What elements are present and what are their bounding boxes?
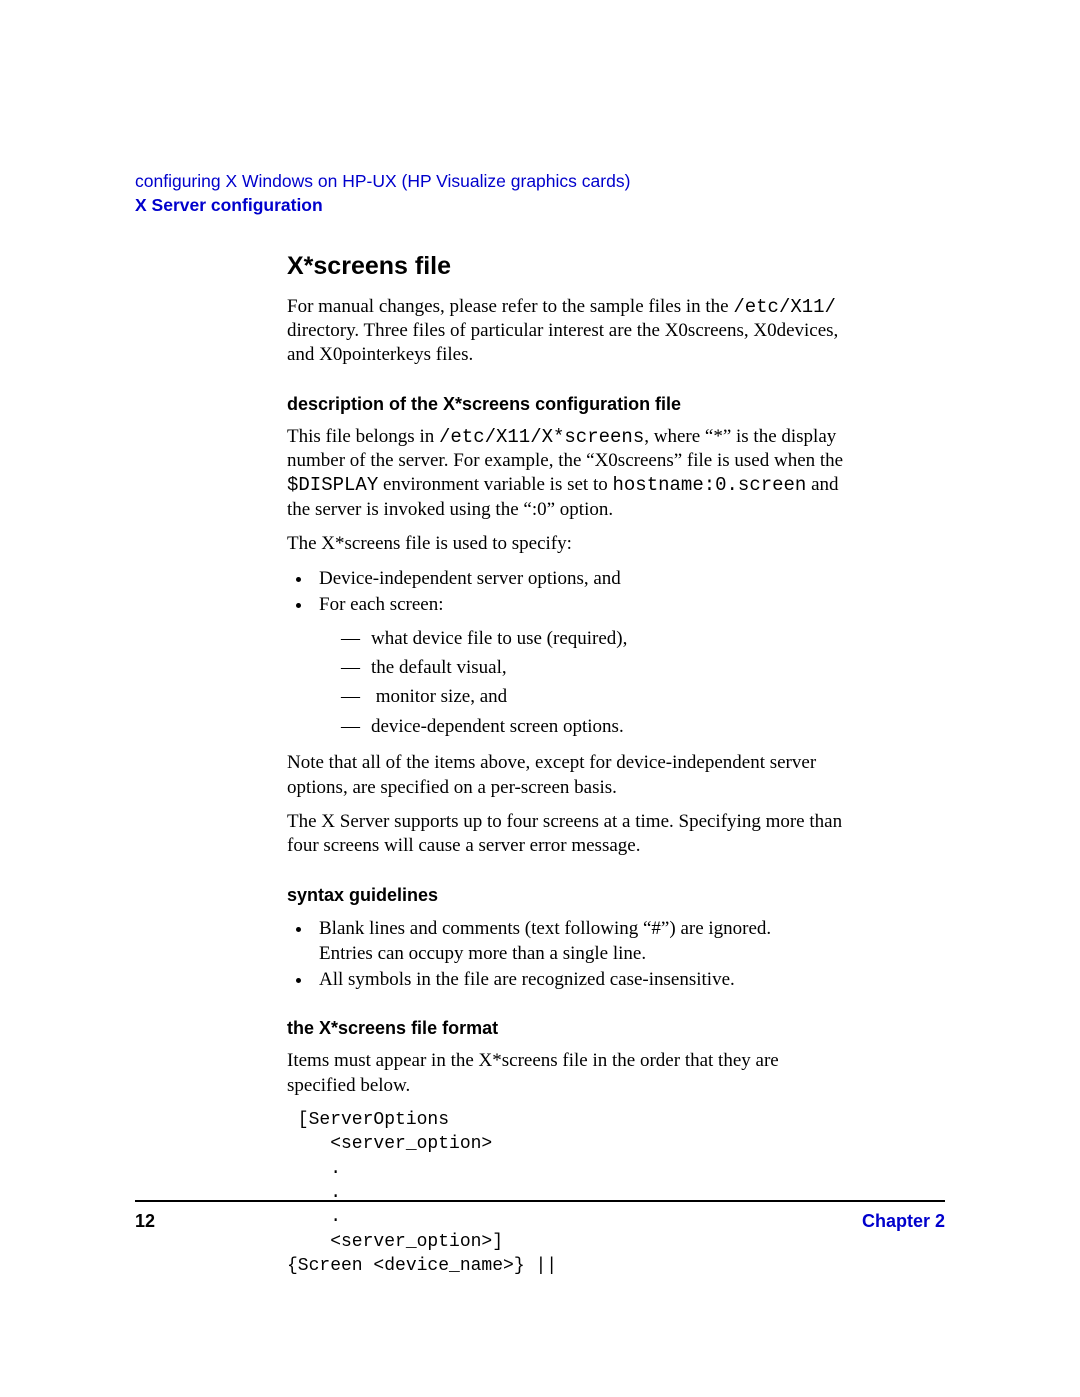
footer-divider bbox=[135, 1200, 945, 1202]
intro-text-post: directory. Three files of particular int… bbox=[287, 320, 838, 365]
intro-paragraph: For manual changes, please refer to the … bbox=[287, 295, 847, 368]
desc-p1-c: environment variable is set to bbox=[378, 474, 612, 495]
list-item: All symbols in the file are recognized c… bbox=[313, 967, 847, 993]
desc-p2: The X*screens file is used to specify: bbox=[287, 532, 847, 556]
desc-p1-code3: hostname:0.screen bbox=[613, 474, 807, 496]
list-item: Blank lines and comments (text following… bbox=[313, 916, 847, 967]
syntax-bullet-list: Blank lines and comments (text following… bbox=[287, 916, 847, 993]
desc-bullet-list: Device-independent server options, and F… bbox=[287, 566, 847, 741]
intro-text-pre: For manual changes, please refer to the … bbox=[287, 296, 733, 317]
list-item: Device-independent server options, and bbox=[313, 566, 847, 592]
page-title: X*screens file bbox=[287, 252, 847, 281]
dash-text: what device file to use (required), bbox=[371, 628, 627, 649]
desc-p1-a: This file belongs in bbox=[287, 426, 439, 447]
list-item: monitor size, and bbox=[341, 682, 847, 711]
section-label: X Server configuration bbox=[135, 195, 945, 216]
desc-p4: The X Server supports up to four screens… bbox=[287, 810, 847, 859]
desc-p1-code2: $DISPLAY bbox=[287, 474, 378, 496]
dash-text: device-dependent screen options. bbox=[371, 716, 624, 737]
desc-heading: description of the X*screens configurati… bbox=[287, 394, 847, 415]
intro-code: /etc/X11/ bbox=[733, 296, 836, 318]
breadcrumb: configuring X Windows on HP-UX (HP Visua… bbox=[135, 170, 945, 193]
dash-text: the default visual, bbox=[371, 657, 507, 678]
desc-p3: Note that all of the items above, except… bbox=[287, 751, 847, 800]
list-item: what device file to use (required), bbox=[341, 624, 847, 653]
desc-p1-code1: /etc/X11/X*screens bbox=[439, 426, 644, 448]
format-heading: the X*screens file format bbox=[287, 1018, 847, 1039]
main-content: X*screens file For manual changes, pleas… bbox=[287, 252, 847, 1278]
code-block: [ServerOptions <server_option> . . . <se… bbox=[287, 1108, 847, 1278]
list-item: device-dependent screen options. bbox=[341, 712, 847, 741]
list-item-text: For each screen: bbox=[319, 594, 444, 615]
dash-text: monitor size, and bbox=[371, 686, 507, 707]
chapter-label: Chapter 2 bbox=[862, 1211, 945, 1232]
format-p1: Items must appear in the X*screens file … bbox=[287, 1049, 847, 1098]
syntax-heading: syntax guidelines bbox=[287, 885, 847, 906]
desc-p1: This file belongs in /etc/X11/X*screens,… bbox=[287, 425, 847, 522]
desc-dash-list: what device file to use (required), the … bbox=[319, 624, 847, 742]
page-number: 12 bbox=[135, 1211, 155, 1232]
page-footer: 12 Chapter 2 bbox=[135, 1211, 945, 1232]
list-item: the default visual, bbox=[341, 653, 847, 682]
document-page: configuring X Windows on HP-UX (HP Visua… bbox=[0, 0, 1080, 1397]
list-item: For each screen: what device file to use… bbox=[313, 592, 847, 741]
